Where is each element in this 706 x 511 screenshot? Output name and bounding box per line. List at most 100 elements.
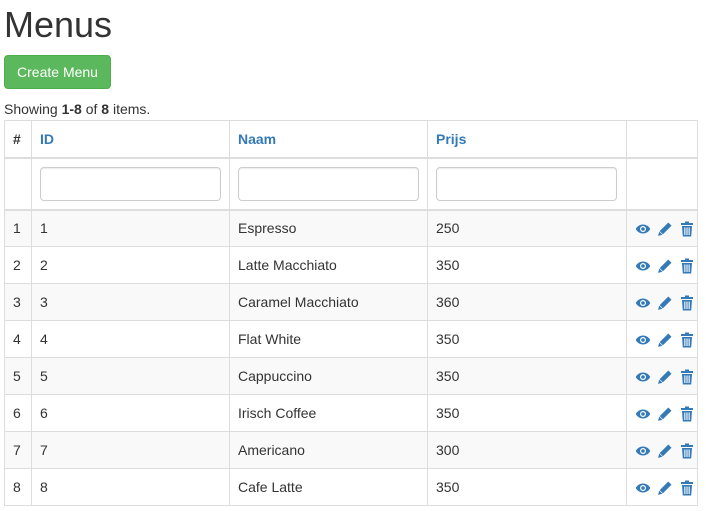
menus-table: # ID Naam Prijs 1 1 Espresso 250 2 2 Lat…	[4, 120, 698, 506]
cell-naam: Americano	[229, 431, 428, 469]
column-header-actions	[626, 120, 698, 159]
cell-prijs: 350	[427, 246, 627, 284]
row-number: 6	[4, 394, 32, 432]
pencil-icon[interactable]	[657, 443, 673, 459]
grid-summary: Showing 1-8 of 8 items.	[4, 101, 150, 117]
table-row: 5 5 Cappuccino 350	[4, 357, 698, 395]
row-number: 8	[4, 468, 32, 506]
row-number: 2	[4, 246, 32, 284]
eye-icon[interactable]	[635, 443, 651, 459]
pencil-icon[interactable]	[657, 295, 673, 311]
filter-cell-actions	[626, 157, 698, 211]
cell-actions	[626, 246, 698, 284]
page: Menus Create Menu Showing 1-8 of 8 items…	[0, 0, 706, 511]
pencil-icon[interactable]	[657, 406, 673, 422]
page-title: Menus	[4, 4, 113, 45]
cell-actions	[626, 320, 698, 358]
cell-prijs: 350	[427, 468, 627, 506]
header-row: # ID Naam Prijs	[4, 120, 698, 159]
cell-prijs: 350	[427, 357, 627, 395]
cell-id: 3	[31, 283, 230, 321]
table-row: 8 8 Cafe Latte 350	[4, 468, 698, 506]
cell-id: 1	[31, 209, 230, 247]
row-number: 5	[4, 357, 32, 395]
cell-actions	[626, 357, 698, 395]
trash-icon[interactable]	[679, 480, 695, 496]
filter-cell-naam	[229, 157, 428, 211]
cell-prijs: 350	[427, 320, 627, 358]
filter-input-naam[interactable]	[238, 166, 419, 201]
sort-link-prijs[interactable]: Prijs	[436, 131, 466, 147]
filter-cell-id	[31, 157, 230, 211]
eye-icon[interactable]	[635, 295, 651, 311]
cell-id: 7	[31, 431, 230, 469]
cell-id: 5	[31, 357, 230, 395]
table-row: 1 1 Espresso 250	[4, 209, 698, 247]
eye-icon[interactable]	[635, 221, 651, 237]
cell-prijs: 360	[427, 283, 627, 321]
eye-icon[interactable]	[635, 258, 651, 274]
cell-naam: Cafe Latte	[229, 468, 428, 506]
trash-icon[interactable]	[679, 443, 695, 459]
cell-id: 8	[31, 468, 230, 506]
cell-id: 2	[31, 246, 230, 284]
table-row: 6 6 Irisch Coffee 350	[4, 394, 698, 432]
cell-naam: Caramel Macchiato	[229, 283, 428, 321]
row-number: 7	[4, 431, 32, 469]
pencil-icon[interactable]	[657, 258, 673, 274]
cell-prijs: 250	[427, 209, 627, 247]
column-header-id[interactable]: ID	[31, 120, 230, 159]
trash-icon[interactable]	[679, 369, 695, 385]
summary-suffix: items.	[109, 101, 151, 117]
cell-prijs: 350	[427, 394, 627, 432]
table-row: 4 4 Flat White 350	[4, 320, 698, 358]
trash-icon[interactable]	[679, 332, 695, 348]
sort-link-naam[interactable]: Naam	[238, 131, 276, 147]
sort-link-id[interactable]: ID	[40, 131, 54, 147]
column-header-prijs[interactable]: Prijs	[427, 120, 627, 159]
row-number: 1	[4, 209, 32, 247]
cell-id: 6	[31, 394, 230, 432]
filter-input-prijs[interactable]	[436, 166, 617, 201]
filter-cell-num	[4, 157, 32, 211]
cell-actions	[626, 431, 698, 469]
eye-icon[interactable]	[635, 480, 651, 496]
summary-of: of	[81, 101, 102, 117]
filter-row	[4, 157, 698, 211]
row-number: 3	[4, 283, 32, 321]
column-header-num: #	[4, 120, 32, 159]
eye-icon[interactable]	[635, 406, 651, 422]
cell-naam: Irisch Coffee	[229, 394, 428, 432]
cell-prijs: 300	[427, 431, 627, 469]
cell-naam: Flat White	[229, 320, 428, 358]
cell-actions	[626, 468, 698, 506]
cell-actions	[626, 283, 698, 321]
table-row: 3 3 Caramel Macchiato 360	[4, 283, 698, 321]
table-row: 2 2 Latte Macchiato 350	[4, 246, 698, 284]
cell-naam: Cappuccino	[229, 357, 428, 395]
summary-range: 1-8	[61, 101, 82, 117]
table-row: 7 7 Americano 300	[4, 431, 698, 469]
eye-icon[interactable]	[635, 369, 651, 385]
eye-icon[interactable]	[635, 332, 651, 348]
pencil-icon[interactable]	[657, 221, 673, 237]
cell-actions	[626, 394, 698, 432]
cell-id: 4	[31, 320, 230, 358]
pencil-icon[interactable]	[657, 480, 673, 496]
cell-naam: Latte Macchiato	[229, 246, 428, 284]
summary-prefix: Showing	[4, 101, 62, 117]
trash-icon[interactable]	[679, 258, 695, 274]
create-menu-button[interactable]: Create Menu	[4, 55, 111, 89]
pencil-icon[interactable]	[657, 332, 673, 348]
filter-cell-prijs	[427, 157, 627, 211]
trash-icon[interactable]	[679, 295, 695, 311]
filter-input-id[interactable]	[40, 166, 221, 201]
summary-total: 8	[101, 101, 110, 117]
trash-icon[interactable]	[679, 406, 695, 422]
pencil-icon[interactable]	[657, 369, 673, 385]
trash-icon[interactable]	[679, 221, 695, 237]
row-number: 4	[4, 320, 32, 358]
column-header-naam[interactable]: Naam	[229, 120, 428, 159]
cell-actions	[626, 209, 698, 247]
cell-naam: Espresso	[229, 209, 428, 247]
